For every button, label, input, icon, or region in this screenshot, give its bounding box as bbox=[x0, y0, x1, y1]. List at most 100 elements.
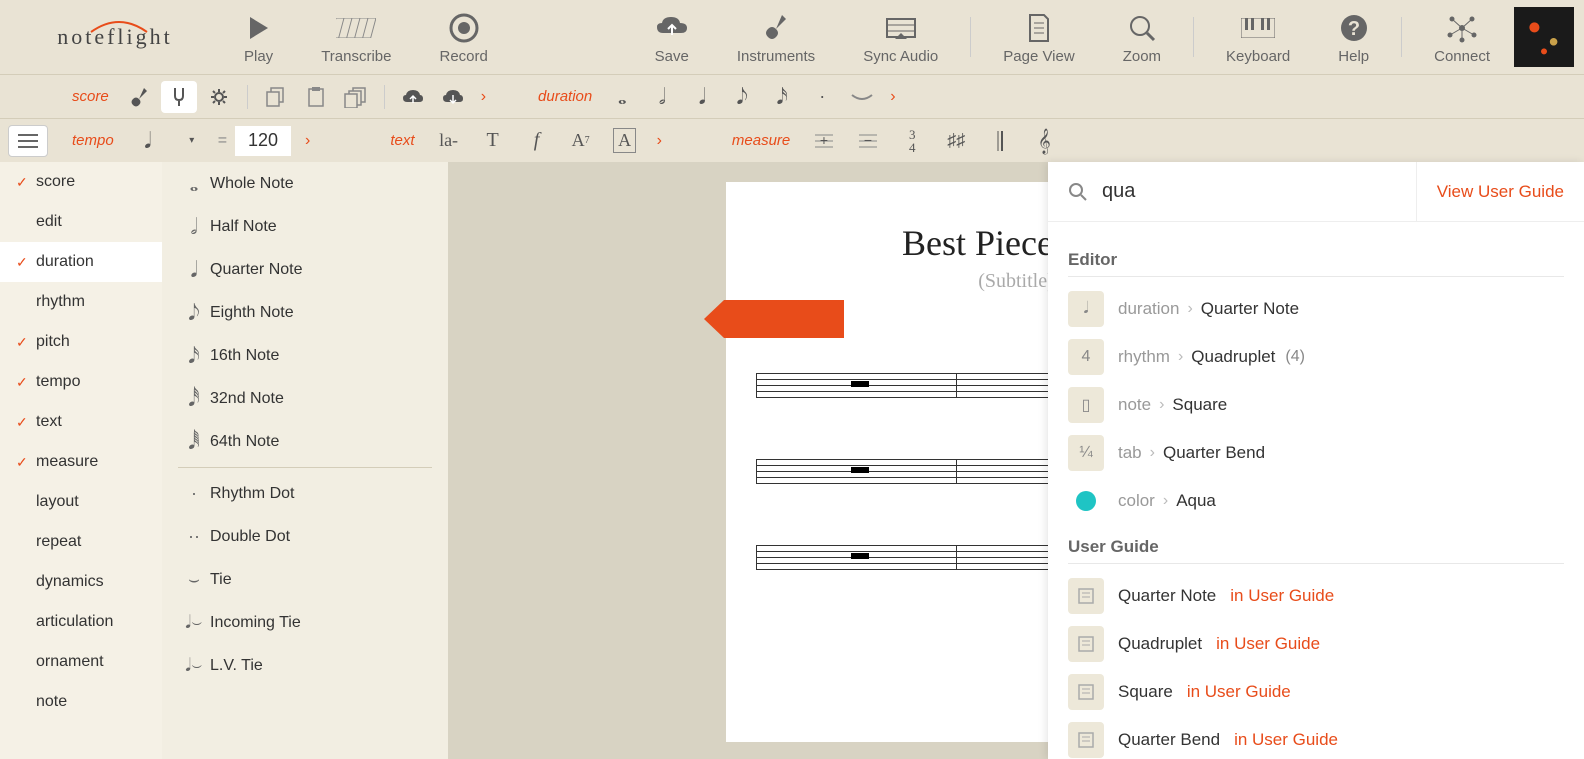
result-name: Quarter Note bbox=[1201, 299, 1299, 319]
add-measure-icon[interactable]: + bbox=[806, 125, 842, 157]
tempo-note-icon[interactable]: 𝅘𝅥 bbox=[130, 125, 166, 157]
play-button[interactable]: Play bbox=[220, 10, 297, 65]
instruments-button[interactable]: Instruments bbox=[713, 10, 839, 65]
key-sig-icon[interactable]: ♯♯ bbox=[938, 125, 974, 157]
sidebar-item-pitch[interactable]: ✓pitch bbox=[0, 322, 162, 362]
duration-item[interactable]: ⌣Tie bbox=[162, 558, 448, 601]
transcribe-button[interactable]: Transcribe bbox=[297, 10, 415, 65]
sidebar-item-duration[interactable]: ✓duration bbox=[0, 242, 162, 282]
gear-icon[interactable] bbox=[201, 81, 237, 113]
search-header: View User Guide bbox=[1048, 162, 1584, 222]
result-source: in User Guide bbox=[1230, 586, 1334, 606]
sidebar-item-dynamics[interactable]: dynamics bbox=[0, 562, 162, 602]
search-result-guide[interactable]: Squarein User Guide bbox=[1068, 668, 1564, 716]
chevron-right-icon[interactable]: › bbox=[884, 88, 901, 106]
sidebar-item-note[interactable]: note bbox=[0, 682, 162, 722]
guitar-palette-icon[interactable] bbox=[121, 81, 157, 113]
dropdown-icon[interactable]: ▾ bbox=[174, 125, 210, 157]
copy-icon[interactable] bbox=[258, 81, 294, 113]
sync-audio-button[interactable]: Sync Audio bbox=[839, 10, 962, 65]
rehearsal-icon[interactable]: A bbox=[607, 125, 643, 157]
page-view-button[interactable]: Page View bbox=[979, 10, 1098, 65]
duration-item[interactable]: 𝅘𝅥Quarter Note bbox=[162, 248, 448, 291]
duration-item[interactable]: 𝅘𝅥⌣L.V. Tie bbox=[162, 644, 448, 687]
search-result-editor[interactable]: ¼tab›Quarter Bend bbox=[1068, 429, 1564, 477]
result-category: rhythm bbox=[1118, 347, 1170, 367]
quarter-note-icon[interactable]: 𝅘𝅥 bbox=[684, 81, 720, 113]
search-result-guide[interactable]: Quarter Notein User Guide bbox=[1068, 572, 1564, 620]
time-sig-icon[interactable]: 34 bbox=[894, 125, 930, 157]
chevron-right-icon: › bbox=[1163, 492, 1168, 510]
paste-icon[interactable] bbox=[298, 81, 334, 113]
barline-icon[interactable] bbox=[982, 125, 1018, 157]
clef-icon[interactable]: 𝄞 bbox=[1026, 125, 1062, 157]
lyric-icon[interactable]: la- bbox=[431, 125, 467, 157]
tempo-palette-label: tempo bbox=[64, 132, 122, 149]
duration-item[interactable]: 𝅘𝅥⌣Incoming Tie bbox=[162, 601, 448, 644]
logo[interactable]: noteflight bbox=[10, 24, 220, 50]
user-avatar[interactable] bbox=[1514, 7, 1574, 67]
search-input[interactable] bbox=[1102, 180, 1416, 203]
whole-note-icon[interactable]: 𝅝 bbox=[604, 81, 640, 113]
sidebar-item-ornament[interactable]: ornament bbox=[0, 642, 162, 682]
remove-measure-icon[interactable]: − bbox=[850, 125, 886, 157]
chevron-right-icon[interactable]: › bbox=[475, 88, 492, 106]
top-toolbar: noteflight Play Transcribe Record Save I… bbox=[0, 0, 1584, 74]
duration-label: Quarter Note bbox=[210, 261, 302, 279]
chevron-right-icon[interactable]: › bbox=[299, 132, 316, 150]
duration-item[interactable]: ··Double Dot bbox=[162, 515, 448, 558]
note-icon: 𝅘𝅥⌣ bbox=[178, 612, 210, 633]
eighth-note-icon[interactable]: 𝅘𝅥𝅮 bbox=[724, 81, 760, 113]
text-icon[interactable]: T bbox=[475, 125, 511, 157]
search-result-editor[interactable]: ▯note›Square bbox=[1068, 381, 1564, 429]
sidebar-item-edit[interactable]: edit bbox=[0, 202, 162, 242]
tuning-fork-icon[interactable] bbox=[161, 81, 197, 113]
search-result-editor[interactable]: 4rhythm›Quadruplet(4) bbox=[1068, 333, 1564, 381]
view-user-guide-link[interactable]: View User Guide bbox=[1416, 162, 1564, 221]
multi-copy-icon[interactable] bbox=[338, 81, 374, 113]
sidebar-item-rhythm[interactable]: rhythm bbox=[0, 282, 162, 322]
search-result-editor[interactable]: 𝅘𝅥duration›Quarter Note bbox=[1068, 285, 1564, 333]
dynamic-icon[interactable]: f bbox=[519, 125, 555, 157]
cloud-upload-icon bbox=[655, 10, 689, 46]
save-button[interactable]: Save bbox=[631, 10, 713, 65]
sidebar-item-repeat[interactable]: repeat bbox=[0, 522, 162, 562]
cloud-down-icon[interactable] bbox=[435, 81, 471, 113]
sidebar-item-measure[interactable]: ✓measure bbox=[0, 442, 162, 482]
result-name: Quarter Bend bbox=[1118, 730, 1220, 750]
sidebar-item-tempo[interactable]: ✓tempo bbox=[0, 362, 162, 402]
record-button[interactable]: Record bbox=[416, 10, 512, 65]
duration-item[interactable]: 𝅘𝅥𝅮Eighth Note bbox=[162, 291, 448, 334]
duration-item[interactable]: 𝅗𝅥Half Note bbox=[162, 205, 448, 248]
sixteenth-note-icon[interactable]: 𝅘𝅥𝅯 bbox=[764, 81, 800, 113]
help-button[interactable]: ? Help bbox=[1314, 10, 1393, 65]
keyboard-button[interactable]: Keyboard bbox=[1202, 10, 1314, 65]
chord-icon[interactable]: A7 bbox=[563, 125, 599, 157]
chevron-right-icon[interactable]: › bbox=[651, 132, 668, 150]
half-note-icon[interactable]: 𝅗𝅥 bbox=[644, 81, 680, 113]
connect-button[interactable]: Connect bbox=[1410, 10, 1514, 65]
search-result-guide[interactable]: Quarter Bendin User Guide bbox=[1068, 716, 1564, 759]
search-icon bbox=[1068, 182, 1088, 202]
menu-toggle-button[interactable] bbox=[8, 125, 48, 157]
search-result-editor[interactable]: color›Aqua bbox=[1068, 477, 1564, 525]
tie-icon[interactable] bbox=[844, 81, 880, 113]
duration-item[interactable]: 𝅝Whole Note bbox=[162, 162, 448, 205]
cloud-up-icon[interactable] bbox=[395, 81, 431, 113]
sidebar-item-text[interactable]: ✓text bbox=[0, 402, 162, 442]
sidebar-item-articulation[interactable]: articulation bbox=[0, 602, 162, 642]
duration-item[interactable]: 𝅘𝅥𝅯16th Note bbox=[162, 334, 448, 377]
search-result-guide[interactable]: Quadrupletin User Guide bbox=[1068, 620, 1564, 668]
duration-item[interactable]: ·Rhythm Dot bbox=[162, 472, 448, 515]
duration-item[interactable]: 𝅘𝅥𝅱64th Note bbox=[162, 420, 448, 463]
duration-item[interactable]: 𝅘𝅥𝅰32nd Note bbox=[162, 377, 448, 420]
dot-icon[interactable]: · bbox=[804, 81, 840, 113]
main-area: ✓scoreedit✓duration rhythm ✓pitch✓tempo✓te… bbox=[0, 162, 1584, 759]
tempo-input[interactable] bbox=[235, 126, 291, 156]
sidebar-item-score[interactable]: ✓score bbox=[0, 162, 162, 202]
svg-text:−: − bbox=[864, 132, 872, 148]
sidebar-item-label: tempo bbox=[36, 373, 80, 391]
sidebar-item-label: rhythm bbox=[36, 293, 85, 311]
zoom-button[interactable]: Zoom bbox=[1099, 10, 1185, 65]
sidebar-item-layout[interactable]: layout bbox=[0, 482, 162, 522]
